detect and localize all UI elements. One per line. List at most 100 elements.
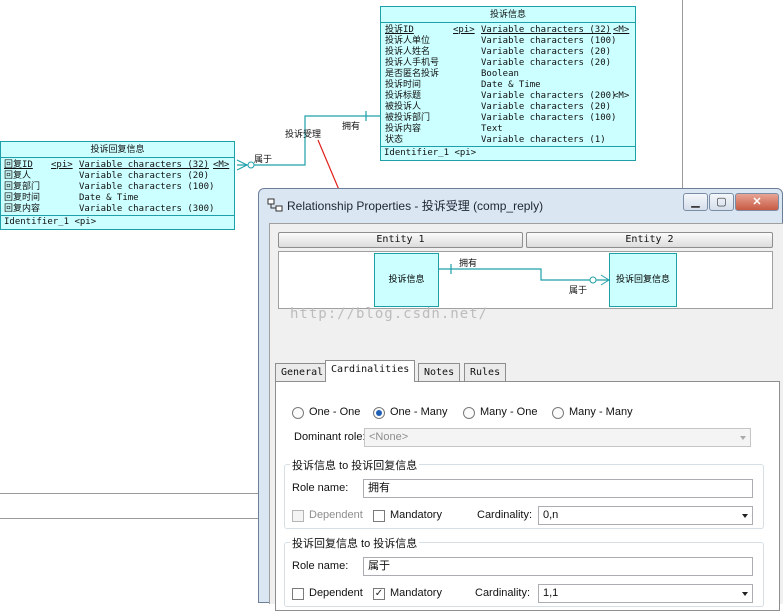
entity-title: 投诉信息 [381, 7, 635, 23]
preview-role-top: 拥有 [459, 259, 478, 269]
cardinality-select[interactable]: 0,n [538, 506, 753, 525]
entity1-button[interactable]: Entity 1 [278, 232, 523, 248]
cardinality-label: Cardinality: [475, 587, 531, 599]
chevron-down-icon [742, 514, 748, 518]
group-title: 投诉回复信息 to 投诉信息 [290, 535, 420, 551]
cardinalities-panel: One - One One - Many Many - One Many - M… [275, 381, 780, 611]
tab-general[interactable]: General [275, 363, 330, 381]
attribute-name: 是否匿名投诉 [385, 69, 440, 79]
attribute-name: 回复ID [4, 160, 33, 170]
radio-one-many[interactable] [373, 407, 385, 419]
attribute-name: 投诉人手机号 [385, 58, 440, 68]
attribute-type: Variable characters (300) [79, 204, 215, 214]
attribute-name: 投诉标题 [385, 91, 422, 101]
attribute-type: Variable characters (32) [79, 160, 210, 170]
attribute-name: 投诉内容 [385, 124, 422, 134]
tab-rules[interactable]: Rules [464, 363, 507, 381]
entity-complaint-info[interactable]: 投诉信息 投诉ID <pi> Variable characters (32) <M>… [380, 6, 636, 161]
dependent-checkbox[interactable] [292, 510, 304, 522]
cardinality-value: 0,n [543, 509, 559, 521]
radio-one-one[interactable] [292, 407, 304, 419]
attribute-type: Variable characters (200) [481, 91, 617, 101]
mandatory-label: Mandatory [390, 587, 442, 599]
entity-attribute-row: 回复人 Variable characters (20) [1, 171, 234, 182]
entity-attribute-row: 投诉人单位 Variable characters (100) [381, 36, 635, 47]
cardinality-value: 1,1 [543, 587, 559, 599]
entity-reply-info[interactable]: 投诉回复信息 回复ID <pi> Variable characters (32) <… [0, 141, 235, 230]
entity-attribute-row: 回复时间 Date & Time [1, 193, 234, 204]
minimize-button[interactable]: ▁ [683, 193, 708, 211]
entity-attribute-row: 回复部门 Variable characters (100) [1, 182, 234, 193]
page-border-line [682, 0, 683, 190]
attribute-name: 被投诉人 [385, 102, 422, 112]
radio-label: Many - One [480, 406, 538, 418]
entity-attribute-row: 回复内容 Variable characters (300) [1, 204, 234, 215]
attribute-type: Variable characters (100) [481, 36, 617, 46]
mandatory-checkbox[interactable]: ✓ [373, 588, 385, 600]
dependent-label: Dependent [309, 509, 363, 521]
role-label-reply: 属于 [254, 155, 273, 165]
attribute-flag: <M> [613, 25, 630, 35]
entity-attribute-row: 投诉标题 Variable characters (200) <M> [381, 91, 635, 102]
preview-connector [439, 264, 610, 286]
tab-cardinalities[interactable]: Cardinalities [325, 360, 416, 382]
attribute-type: Variable characters (1) [481, 135, 606, 145]
close-button[interactable]: ✕ [735, 193, 779, 211]
radio-many-many[interactable] [552, 407, 564, 419]
tab-notes[interactable]: Notes [418, 363, 461, 381]
group-title: 投诉信息 to 投诉回复信息 [290, 457, 420, 473]
attribute-name: 回复内容 [4, 204, 41, 214]
dependent-checkbox[interactable] [292, 588, 304, 600]
role-label-main: 拥有 [342, 122, 361, 132]
mandatory-checkbox[interactable] [373, 510, 385, 522]
entity-attribute-row: 投诉时间 Date & Time [381, 80, 635, 91]
entity-attribute-row: 被投诉人 Variable characters (20) [381, 102, 635, 113]
entity-attribute-row: 投诉人姓名 Variable characters (20) [381, 47, 635, 58]
cardinality-label: Cardinality: [477, 509, 533, 521]
attribute-name: 投诉ID [385, 25, 414, 35]
radio-many-one[interactable] [463, 407, 475, 419]
attribute-name: 投诉人姓名 [385, 47, 431, 57]
attribute-name: 投诉时间 [385, 80, 422, 90]
role-name-input[interactable]: 拥有 [363, 479, 753, 498]
dominant-role-select[interactable]: <None> [364, 428, 751, 447]
role-name-input[interactable]: 属于 [363, 557, 753, 576]
entity-attribute-row: 状态 Variable characters (1) [381, 135, 635, 146]
page-border-line [0, 518, 258, 519]
attribute-type: Variable characters (20) [481, 47, 612, 57]
entity-attribute-list: 投诉ID <pi> Variable characters (32) <M> 投诉人单位… [381, 23, 635, 146]
relationship-properties-dialog[interactable]: Relationship Properties - 投诉受理 (comp_rep… [258, 188, 783, 611]
cardinality-select[interactable]: 1,1 [538, 584, 753, 603]
relationship-name-label[interactable]: 投诉受理 [285, 127, 321, 140]
entity-attribute-row: 被投诉部门 Variable characters (100) [381, 113, 635, 124]
dialog-title: Relationship Properties - 投诉受理 (comp_rep… [287, 199, 544, 213]
attribute-name: 回复时间 [4, 193, 41, 203]
entity-attribute-row: 是否匿名投诉 Boolean [381, 69, 635, 80]
maximize-button[interactable]: ▢ [709, 193, 734, 211]
attribute-key: <pi> [453, 25, 475, 35]
entity-attribute-row: 投诉ID <pi> Variable characters (32) <M> [381, 25, 635, 36]
dominant-role-label: Dominant role: [294, 431, 366, 443]
attribute-key: <pi> [51, 160, 73, 170]
attribute-type: Variable characters (100) [481, 113, 617, 123]
entity-identifier: Identifier_1 <pi> [1, 215, 234, 228]
attribute-type: Date & Time [481, 80, 541, 90]
attribute-name: 回复部门 [4, 182, 41, 192]
mandatory-label: Mandatory [390, 509, 442, 521]
attribute-type: Date & Time [79, 193, 139, 203]
attribute-type: Variable characters (20) [481, 102, 612, 112]
preview-role-bottom: 属于 [569, 286, 588, 296]
entity-attribute-list: 回复ID <pi> Variable characters (32) <M> 回复人 Va… [1, 158, 234, 215]
dialog-body: Entity 1 Entity 2 投诉信息 投诉回复信息 拥有 属于 http… [269, 223, 783, 611]
entity2-button[interactable]: Entity 2 [526, 232, 773, 248]
page-border-line [0, 493, 258, 494]
entity-identifier: Identifier_1 <pi> [381, 146, 635, 159]
radio-label: One - Many [390, 406, 448, 418]
role-name-label: Role name: [292, 482, 349, 494]
attribute-name: 被投诉部门 [385, 113, 431, 123]
attribute-type: Boolean [481, 69, 519, 79]
chevron-down-icon [742, 592, 748, 596]
attribute-type: Variable characters (32) [481, 25, 612, 35]
watermark-text: http://blog.csdn.net/ [290, 306, 489, 322]
attribute-flag: <M> [613, 91, 630, 101]
